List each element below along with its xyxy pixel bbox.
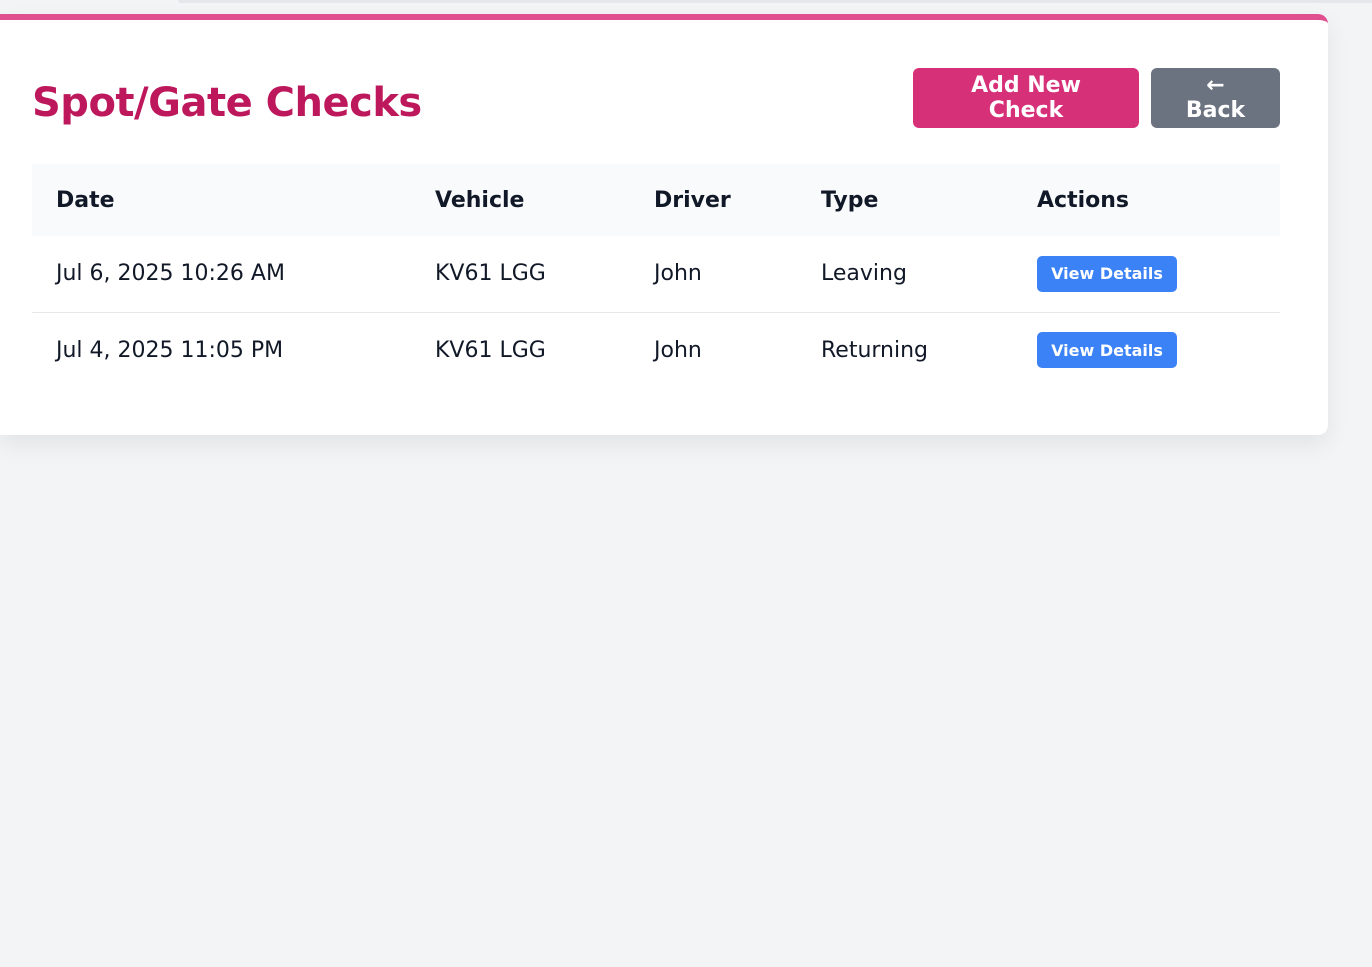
- column-header-date: Date: [56, 187, 115, 213]
- table-header: Date Vehicle Driver Type Actions: [32, 164, 1280, 236]
- view-details-button[interactable]: View Details: [1037, 332, 1177, 369]
- cell-actions: View Details: [1013, 312, 1280, 388]
- cell-driver: John: [654, 337, 702, 363]
- table-row: Jul 4, 2025 11:05 PM KV61 LGG John Retur…: [32, 312, 1280, 388]
- add-new-check-button[interactable]: Add New Check: [913, 68, 1139, 128]
- cell-type: Leaving: [821, 261, 907, 287]
- cell-vehicle: KV61 LGG: [435, 261, 546, 287]
- checks-card: Spot/Gate Checks Add New Check ← Back Da…: [0, 14, 1328, 435]
- checks-table: Date Vehicle Driver Type Actions Jul 6, …: [32, 164, 1280, 388]
- table-row: Jul 6, 2025 10:26 AM KV61 LGG John Leavi…: [32, 236, 1280, 312]
- cell-date: Jul 6, 2025 10:26 AM: [56, 261, 285, 287]
- top-scroll-hint: [178, 0, 1372, 3]
- browser-top-strip: [0, 0, 1372, 12]
- table-body: Jul 6, 2025 10:26 AM KV61 LGG John Leavi…: [32, 236, 1280, 388]
- cell-actions: View Details: [1013, 236, 1280, 312]
- view-details-button[interactable]: View Details: [1037, 255, 1177, 292]
- cell-date: Jul 4, 2025 11:05 PM: [56, 337, 284, 363]
- column-header-vehicle: Vehicle: [435, 187, 525, 213]
- cell-type: Returning: [821, 337, 929, 363]
- cell-vehicle: KV61 LGG: [435, 337, 546, 363]
- column-header-actions: Actions: [1037, 187, 1129, 213]
- table-header-row: Date Vehicle Driver Type Actions: [32, 164, 1280, 236]
- column-header-type: Type: [821, 187, 879, 213]
- page-title: Spot/Gate Checks: [32, 80, 422, 126]
- back-button[interactable]: ← Back: [1151, 68, 1280, 128]
- column-header-driver: Driver: [654, 187, 731, 213]
- cell-driver: John: [654, 261, 702, 287]
